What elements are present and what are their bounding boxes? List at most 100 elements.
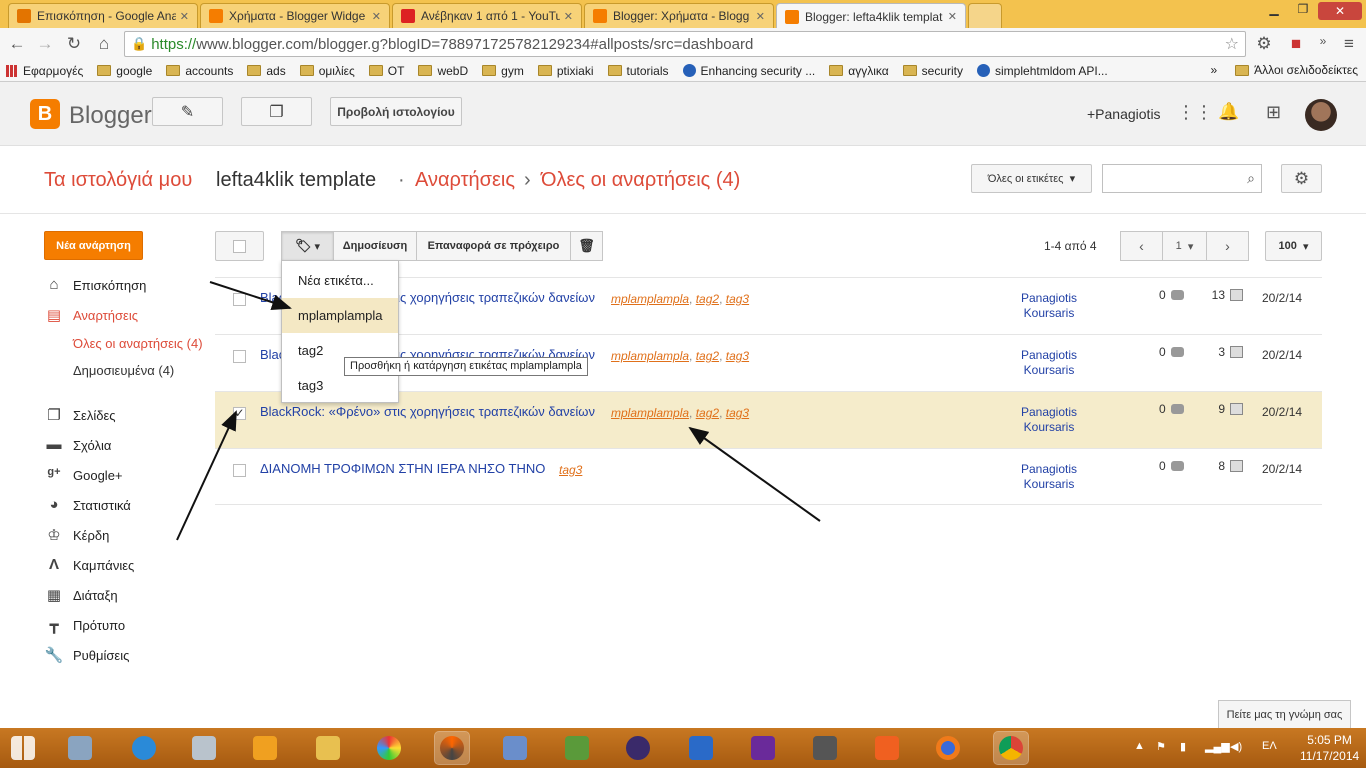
tag-link[interactable]: tag3 bbox=[726, 292, 749, 306]
sidebar-item-layout[interactable]: ▦ Διάταξη bbox=[44, 586, 118, 604]
post-comments-count[interactable]: 0 bbox=[1159, 288, 1184, 302]
forward-icon[interactable]: → bbox=[34, 34, 56, 54]
chrome-icon[interactable] bbox=[993, 731, 1029, 765]
bookmarks-overflow-icon[interactable]: » bbox=[1210, 63, 1217, 77]
post-checkbox[interactable]: ✓ bbox=[233, 407, 246, 420]
chrome-menu-icon[interactable]: ≡ bbox=[1338, 34, 1360, 54]
restore-icon[interactable]: ❐ bbox=[1289, 2, 1317, 16]
tag-link[interactable]: tag3 bbox=[726, 406, 749, 420]
page-select[interactable]: 1 ▾ bbox=[1162, 231, 1207, 261]
post-title-link[interactable]: ΔΙΑΝΟΜΗ ΤΡΟΦΙΜΩΝ ΣΤΗΝ ΙΕΡΑ ΝΗΣΟ ΤΗΝΟ bbox=[260, 461, 545, 476]
bookmark-star-icon[interactable]: ☆ bbox=[1225, 34, 1239, 54]
post-comments-count[interactable]: 0 bbox=[1159, 459, 1184, 473]
sidebar-item-earnings[interactable]: ♔ Κέρδη bbox=[44, 526, 109, 544]
new-post-pencil-button[interactable]: ✎ bbox=[152, 97, 223, 126]
extensions-overflow-icon[interactable]: » bbox=[1312, 34, 1334, 48]
post-author[interactable]: Panagiotis Koursaris bbox=[1019, 462, 1079, 492]
bookmark-folder[interactable]: ptixiaki bbox=[537, 64, 594, 78]
tag-link[interactable]: mplamplampla bbox=[611, 292, 689, 306]
post-checkbox[interactable] bbox=[233, 464, 246, 477]
labels-button[interactable]: 🏷 ▾ bbox=[281, 231, 334, 261]
book-app-icon[interactable] bbox=[684, 732, 718, 764]
address-bar[interactable]: 🔒 https://www.blogger.com/blogger.g?blog… bbox=[124, 31, 1246, 57]
revert-to-draft-button[interactable]: Επαναφορά σε πρόχειρο bbox=[416, 231, 571, 261]
post-views-count[interactable]: 3 bbox=[1205, 345, 1243, 359]
back-icon[interactable]: ← bbox=[6, 34, 28, 54]
breadcrumb-blog-name[interactable]: lefta4klik template bbox=[216, 169, 376, 192]
browser-tab[interactable]: Επισκόπηση - Google Ana ✕ bbox=[8, 3, 198, 28]
settings-extension-icon[interactable]: ⚙ bbox=[1253, 34, 1275, 54]
performance-monitor-icon[interactable] bbox=[63, 732, 97, 764]
tag-link[interactable]: tag2 bbox=[696, 406, 719, 420]
browser-tab[interactable]: Blogger: Χρήματα - Blogg ✕ bbox=[584, 3, 774, 28]
post-checkbox[interactable] bbox=[233, 350, 246, 363]
sidebar-sub-all-posts[interactable]: Όλες οι αναρτήσεις (4) bbox=[73, 336, 203, 351]
table-row[interactable]: ΔΙΑΝΟΜΗ ΤΡΟΦΙΜΩΝ ΣΤΗΝ ΙΕΡΑ ΝΗΣΟ ΤΗΝΟ tag… bbox=[215, 448, 1322, 505]
bookmark-link[interactable]: Enhancing security ... bbox=[682, 64, 815, 78]
post-title-link[interactable]: BlackRock: «Φρένο» στις χορηγήσεις τραπε… bbox=[260, 404, 595, 419]
bookmark-folder[interactable]: webD bbox=[418, 64, 468, 78]
next-page-button[interactable]: › bbox=[1206, 231, 1249, 261]
taskbar-clock[interactable]: 5:05 PM 11/17/2014 bbox=[1300, 732, 1359, 764]
bookmark-folder[interactable]: ομιλίες bbox=[299, 64, 355, 78]
avatar[interactable] bbox=[1305, 99, 1337, 131]
tray-battery-icon[interactable]: ▮ bbox=[1180, 740, 1186, 753]
reload-icon[interactable]: ↻ bbox=[63, 34, 85, 54]
tag-link[interactable]: mplamplampla bbox=[611, 406, 689, 420]
firefox-icon[interactable] bbox=[931, 732, 965, 764]
post-views-count[interactable]: 9 bbox=[1205, 402, 1243, 416]
post-author[interactable]: Panagiotis Koursaris bbox=[1019, 405, 1079, 435]
sidebar-item-campaigns[interactable]: Λ Καμπάνιες bbox=[44, 556, 134, 574]
xampp-icon[interactable] bbox=[870, 732, 904, 764]
device-manager-icon[interactable] bbox=[808, 732, 842, 764]
windows-start-icon[interactable] bbox=[6, 732, 40, 764]
tray-expand-icon[interactable]: ▲ bbox=[1134, 740, 1145, 752]
minimize-icon[interactable]: ▁ bbox=[1260, 2, 1288, 16]
breadcrumb-posts[interactable]: Αναρτήσεις bbox=[415, 169, 515, 192]
breadcrumb-my-blogs[interactable]: Τα ιστολόγιά μου bbox=[44, 169, 192, 192]
file-explorer-icon[interactable] bbox=[311, 732, 345, 764]
post-author[interactable]: Panagiotis Koursaris bbox=[1019, 291, 1079, 321]
per-page-select[interactable]: 100 ▾ bbox=[1265, 231, 1322, 261]
apps-grid-icon[interactable]: ⋮⋮ bbox=[1177, 102, 1213, 123]
delete-button[interactable]: 🗑 bbox=[570, 231, 603, 261]
feedback-button[interactable]: Πείτε μας τη γνώμη σας bbox=[1218, 700, 1351, 729]
eclipse-icon[interactable] bbox=[621, 732, 655, 764]
input-language[interactable]: ΕΛ bbox=[1262, 740, 1277, 752]
view-posts-button[interactable]: ❐ bbox=[241, 97, 312, 126]
window-close-icon[interactable]: ✕ bbox=[1318, 2, 1362, 20]
bookmark-folder[interactable]: security bbox=[902, 64, 963, 78]
tab-close-icon[interactable]: ✕ bbox=[756, 10, 765, 23]
tag-link[interactable]: tag2 bbox=[696, 292, 719, 306]
search-icon[interactable]: ⌕ bbox=[1247, 170, 1255, 187]
sidebar-item-overview[interactable]: ⌂ Επισκόπηση bbox=[44, 276, 146, 294]
sidebar-sub-published[interactable]: Δημοσιευμένα (4) bbox=[73, 363, 174, 378]
prev-page-button[interactable]: ‹ bbox=[1120, 231, 1163, 261]
tray-flag-icon[interactable]: ⚑ bbox=[1156, 740, 1166, 753]
notifications-bell-icon[interactable]: 🔔 bbox=[1218, 102, 1239, 122]
search-input[interactable]: ⌕ bbox=[1102, 164, 1262, 193]
tag-link[interactable]: tag3 bbox=[726, 349, 749, 363]
paint-icon[interactable] bbox=[372, 732, 406, 764]
post-comments-count[interactable]: 0 bbox=[1159, 345, 1184, 359]
tab-close-icon[interactable]: ✕ bbox=[180, 10, 189, 23]
sidebar-item-comments[interactable]: ▬ Σχόλια bbox=[44, 436, 112, 454]
bookmark-link[interactable]: simplehtmldom API... bbox=[977, 64, 1108, 78]
browser-tab[interactable]: Χρήματα - Blogger Widge ✕ bbox=[200, 3, 390, 28]
sidebar-item-template[interactable]: ┳ Πρότυπο bbox=[44, 616, 125, 634]
browser-tab[interactable]: Ανέβηκαν 1 από 1 - YouTu ✕ bbox=[392, 3, 582, 28]
bookmark-folder[interactable]: accounts bbox=[166, 64, 233, 78]
tray-signal-icon[interactable]: ▂▄▆ bbox=[1205, 740, 1230, 753]
bookmark-folder[interactable]: tutorials bbox=[607, 64, 669, 78]
other-bookmarks[interactable]: Άλλοι σελιδοδείκτες bbox=[1235, 63, 1358, 77]
sidebar-item-settings[interactable]: 🔧 Ρυθμίσεις bbox=[44, 646, 130, 664]
network-icon[interactable] bbox=[498, 732, 532, 764]
remote-desktop-icon[interactable] bbox=[248, 732, 282, 764]
tab-close-icon[interactable]: ✕ bbox=[372, 10, 381, 23]
labels-filter-dropdown[interactable]: Όλες οι ετικέτες ▾ bbox=[971, 164, 1092, 193]
post-author[interactable]: Panagiotis Koursaris bbox=[1019, 348, 1079, 378]
select-all-checkbox[interactable] bbox=[215, 231, 264, 261]
calculator-icon[interactable] bbox=[187, 732, 221, 764]
sidebar-item-posts[interactable]: ▤ Αναρτήσεις bbox=[44, 306, 138, 324]
bookmark-apps[interactable]: Εφαρμογές bbox=[6, 64, 83, 78]
